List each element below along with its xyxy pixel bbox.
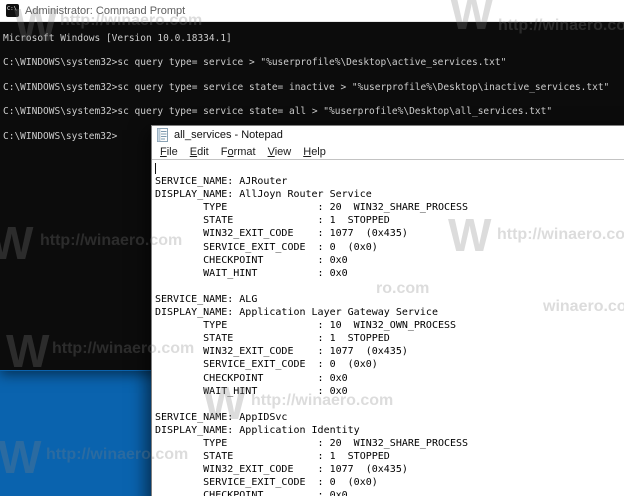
menu-format[interactable]: Format (215, 146, 262, 158)
notepad-window: all_services - Notepad File Edit Format Vie… (151, 125, 624, 496)
menu-edit[interactable]: Edit (184, 146, 215, 158)
winaero-logo-watermark: W (0, 431, 41, 483)
desktop-background: C:\ Administrator: Command Prompt Micros… (0, 0, 624, 496)
notepad-icon (156, 128, 169, 142)
console-titlebar[interactable]: C:\ Administrator: Command Prompt (0, 0, 624, 22)
notepad-edit-area[interactable]: SERVICE_NAME: AJRouter DISPLAY_NAME: All… (152, 160, 624, 496)
menu-view[interactable]: View (262, 146, 298, 158)
console-window-title: Administrator: Command Prompt (25, 4, 186, 17)
notepad-titlebar[interactable]: all_services - Notepad (152, 126, 624, 144)
notepad-window-title: all_services - Notepad (174, 129, 283, 141)
text-caret (155, 163, 156, 174)
command-prompt-icon: C:\ (6, 4, 19, 17)
menu-help[interactable]: Help (297, 146, 332, 158)
notepad-content[interactable]: SERVICE_NAME: AJRouter DISPLAY_NAME: All… (152, 160, 624, 496)
menu-file[interactable]: File (154, 146, 184, 158)
notepad-menubar: File Edit Format View Help (152, 144, 624, 160)
